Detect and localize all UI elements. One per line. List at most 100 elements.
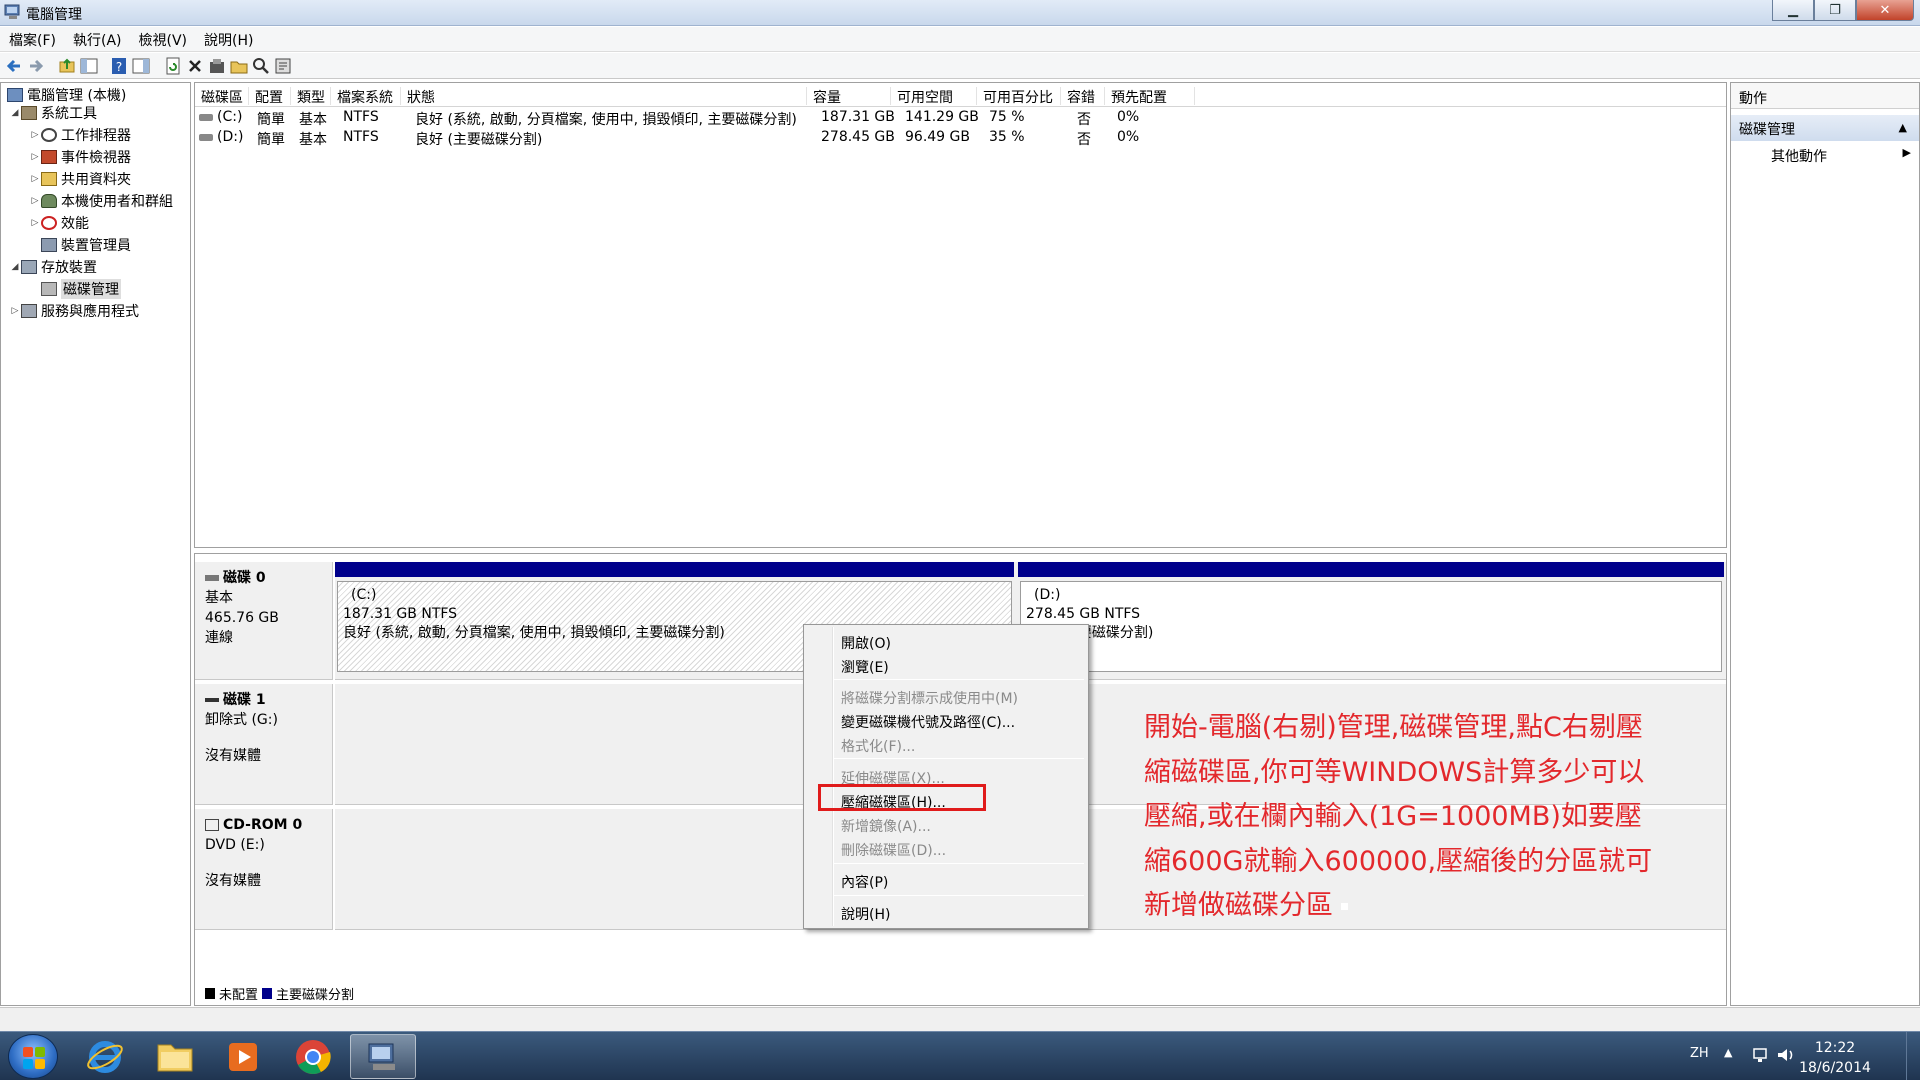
menu-file[interactable]: 檔案(F) [0,27,64,50]
actions-section-disk-management[interactable]: 磁碟管理 ▲ [1731,115,1919,141]
tree-label: 共用資料夾 [61,172,131,188]
collapsed-arrow-icon[interactable]: ▷ [29,130,41,140]
table-row[interactable]: (D:) 簡單 基本 NTFS 良好 (主要磁碟分割) 278.45 GB 96… [195,127,1726,148]
menu-view[interactable]: 檢視(V) [130,27,196,50]
show-hide-action-pane-icon[interactable] [132,57,150,75]
storage-icon [21,260,37,274]
services-icon [21,304,37,318]
column-header-type[interactable]: 類型 [291,87,331,106]
submenu-arrow-icon: ▶ [1902,146,1911,159]
type-cell: 基本 [299,112,327,128]
menu-action[interactable]: 執行(A) [64,27,130,50]
taskbar-file-explorer[interactable] [142,1034,208,1079]
delete-icon[interactable] [186,57,204,75]
open-folder-icon[interactable] [230,57,248,75]
column-header-overhead[interactable]: 預先配置 [1105,87,1195,106]
tree-item-storage[interactable]: ◢ 存放裝置 [9,257,97,277]
cdrom0-label[interactable]: CD-ROM 0 DVD (E:) 沒有媒體 [195,809,333,930]
disk0-label[interactable]: 磁碟 0 基本 465.76 GB 連線 [195,562,333,680]
overhead-cell: 0% [1117,129,1140,145]
column-header-fault-tolerance[interactable]: 容錯 [1061,87,1105,106]
tree-item-shared-folders[interactable]: ▷ 共用資料夾 [29,169,131,189]
partition-d[interactable]: (D:) 278.45 GB NTFS 良好 (主要磁碟分割) [1020,581,1722,672]
tree-item-root[interactable]: 電腦管理 (本機) [7,85,126,105]
menu-item-explore[interactable]: 瀏覽(E) [841,657,889,677]
partition-d-label: (D:) [1034,587,1061,603]
taskbar-chrome[interactable] [280,1034,346,1079]
tree-item-device-manager[interactable]: 裝置管理員 [41,235,131,255]
disk1-label[interactable]: 磁碟 1 卸除式 (G:) 沒有媒體 [195,684,333,805]
internet-explorer-icon [87,1040,123,1073]
disk1-title: 磁碟 1 [205,690,322,710]
search-icon[interactable] [252,57,270,75]
back-icon[interactable] [5,57,23,75]
volume-name: (D:) [217,129,244,145]
start-button[interactable] [8,1034,58,1079]
column-header-capacity[interactable]: 容量 [807,87,891,106]
expanded-arrow-icon[interactable]: ◢ [9,262,21,272]
column-header-filesystem[interactable]: 檔案系統 [331,87,401,106]
collapsed-arrow-icon[interactable]: ▷ [9,306,21,316]
more-actions-item[interactable]: 其他動作 ▶ [1731,141,1919,167]
collapsed-arrow-icon[interactable]: ▷ [29,174,41,184]
taskbar-internet-explorer[interactable] [72,1034,138,1079]
tree-item-event-viewer[interactable]: ▷ 事件檢視器 [29,147,131,167]
help-icon[interactable]: ? [110,57,128,75]
volume-cell: (C:) [199,109,242,125]
tree-item-performance[interactable]: ▷ 效能 [29,213,89,233]
column-header-free-space[interactable]: 可用空間 [891,87,977,106]
menu-item-help[interactable]: 說明(H) [841,904,890,924]
up-folder-icon[interactable] [58,57,76,75]
tree-item-system-tools[interactable]: ◢ 系統工具 [9,103,97,123]
close-button[interactable]: ✕ [1856,0,1914,21]
partition-c-size: 187.31 GB NTFS [343,606,458,622]
actions-section-label: 磁碟管理 [1739,122,1795,138]
layout-cell: 簡單 [257,112,285,128]
table-row[interactable]: (C:) 簡單 基本 NTFS 良好 (系統, 啟動, 分頁檔案, 使用中, 損… [195,107,1726,128]
column-header-volume[interactable]: 磁碟區 [195,87,249,106]
menu-item-properties[interactable]: 內容(P) [841,872,888,892]
forward-icon[interactable] [27,57,45,75]
collapsed-arrow-icon[interactable]: ▷ [29,152,41,162]
partition-c-bar [335,562,1014,577]
tree-label: 裝置管理員 [61,238,131,254]
tree-item-services[interactable]: ▷ 服務與應用程式 [9,301,139,321]
tree-item-disk-management[interactable]: 磁碟管理 [41,279,121,299]
collapsed-arrow-icon[interactable]: ▷ [29,218,41,228]
tree-item-task-scheduler[interactable]: ▷ 工作排程器 [29,125,131,145]
removable-disk-icon [205,698,219,702]
refresh-icon[interactable] [164,57,182,75]
menu-item-add-mirror: 新增鏡像(A)... [841,819,931,835]
filesystem-cell: NTFS [343,129,379,145]
context-menu: 開啟(O) 瀏覽(E) 將磁碟分割標示成使用中(M) 變更磁碟機代號及路徑(C)… [803,624,1089,929]
show-desktop-button[interactable] [1906,1032,1920,1080]
expanded-arrow-icon[interactable]: ◢ [9,108,21,118]
show-hide-tree-icon[interactable] [80,57,98,75]
menu-item-change-drive-letter[interactable]: 變更磁碟機代號及路徑(C)... [841,712,1015,732]
column-header-status[interactable]: 狀態 [401,87,807,106]
show-hidden-icons-icon[interactable]: ▲ [1724,1046,1732,1059]
collapsed-arrow-icon[interactable]: ▷ [29,196,41,206]
annotation-line: 新增做磁碟分區 [1144,884,1684,929]
minimize-button[interactable]: ▁ [1772,0,1814,21]
network-icon[interactable] [1752,1046,1770,1064]
menu-item-open[interactable]: 開啟(O) [841,633,891,653]
menu-help[interactable]: 說明(H) [195,27,261,50]
properties-icon[interactable] [208,57,226,75]
layout-cell: 簡單 [257,132,285,148]
clock[interactable]: 12:22 18/6/2014 [1790,1038,1880,1078]
maximize-button[interactable]: ❐ [1814,0,1856,21]
performance-icon [41,216,57,230]
clock-date: 18/6/2014 [1799,1060,1871,1076]
cdrom-icon [205,819,219,831]
device-manager-icon [41,238,57,252]
language-indicator[interactable]: ZH [1690,1046,1709,1061]
disk-properties-icon[interactable] [274,57,292,75]
column-header-layout[interactable]: 配置 [249,87,291,106]
column-header-free-percent[interactable]: 可用百分比 [977,87,1061,106]
collapse-arrow-icon[interactable]: ▲ [1899,121,1907,134]
taskbar-media-player[interactable] [210,1034,276,1079]
capacity-cell: 187.31 GB [821,109,895,125]
taskbar-computer-management[interactable] [350,1034,416,1079]
tree-item-local-users[interactable]: ▷ 本機使用者和群組 [29,191,173,211]
